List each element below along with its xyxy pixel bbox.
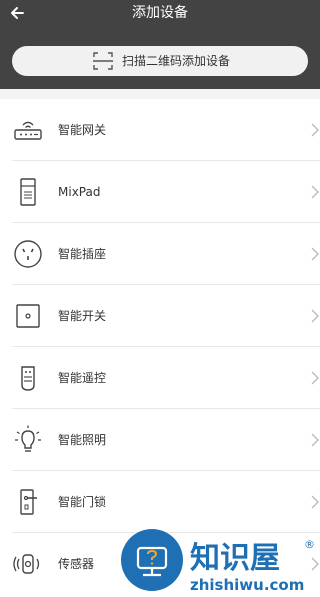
scan-qr-button[interactable]: 扫描二维码添加设备	[12, 46, 308, 76]
chevron-right-icon	[311, 185, 319, 199]
section-gap	[0, 89, 320, 99]
list-item-lighting[interactable]: 智能照明	[0, 409, 320, 471]
remote-icon	[21, 366, 35, 391]
socket-icon	[14, 240, 42, 268]
device-type-list: 智能网关 MixPad 智能插座 智能开关 智能遥控 智能照明 智能门锁 传感器	[0, 99, 320, 595]
scan-qr-label: 扫描二维码添加设备	[122, 54, 231, 68]
chevron-right-icon	[311, 247, 319, 261]
list-item-gateway[interactable]: 智能网关	[0, 99, 320, 161]
list-item-label: MixPad	[58, 185, 101, 199]
list-item-label: 智能照明	[58, 433, 107, 447]
sensor-icon	[13, 554, 40, 574]
watermark-domain: zhishiwu.com	[190, 576, 304, 594]
list-item-label: 智能网关	[58, 123, 107, 137]
chevron-right-icon	[311, 123, 319, 137]
watermark-brand: 知识屋	[190, 541, 280, 576]
list-item-mixpad[interactable]: MixPad	[0, 161, 320, 223]
list-item-label: 智能插座	[58, 247, 107, 261]
list-item-switch[interactable]: 智能开关	[0, 285, 320, 347]
zhishiwu-watermark-logo: 知识屋 ® zhishiwu.com	[121, 529, 315, 594]
list-item-label: 智能门锁	[58, 495, 107, 509]
gateway-icon	[14, 121, 42, 140]
chevron-right-icon	[311, 495, 319, 509]
bulb-icon	[15, 425, 41, 452]
list-item-label: 传感器	[58, 557, 95, 571]
watermark-registered: ®	[304, 538, 315, 551]
qr-scan-icon	[93, 52, 113, 70]
list-item-socket[interactable]: 智能插座	[0, 223, 320, 285]
list-item-label: 智能遥控	[58, 371, 107, 385]
mixpad-icon	[20, 178, 36, 206]
list-item-label: 智能开关	[58, 309, 107, 323]
chevron-right-icon	[311, 371, 319, 385]
list-item-remote[interactable]: 智能遥控	[0, 347, 320, 409]
chevron-right-icon	[311, 433, 319, 447]
switch-icon	[16, 304, 40, 328]
list-item-door-lock[interactable]: 智能门锁	[0, 471, 320, 533]
header-bar: 添加设备 扫描二维码添加设备	[0, 0, 320, 89]
page-title: 添加设备	[132, 5, 188, 21]
chevron-right-icon	[311, 309, 319, 323]
door-lock-icon	[20, 489, 37, 515]
